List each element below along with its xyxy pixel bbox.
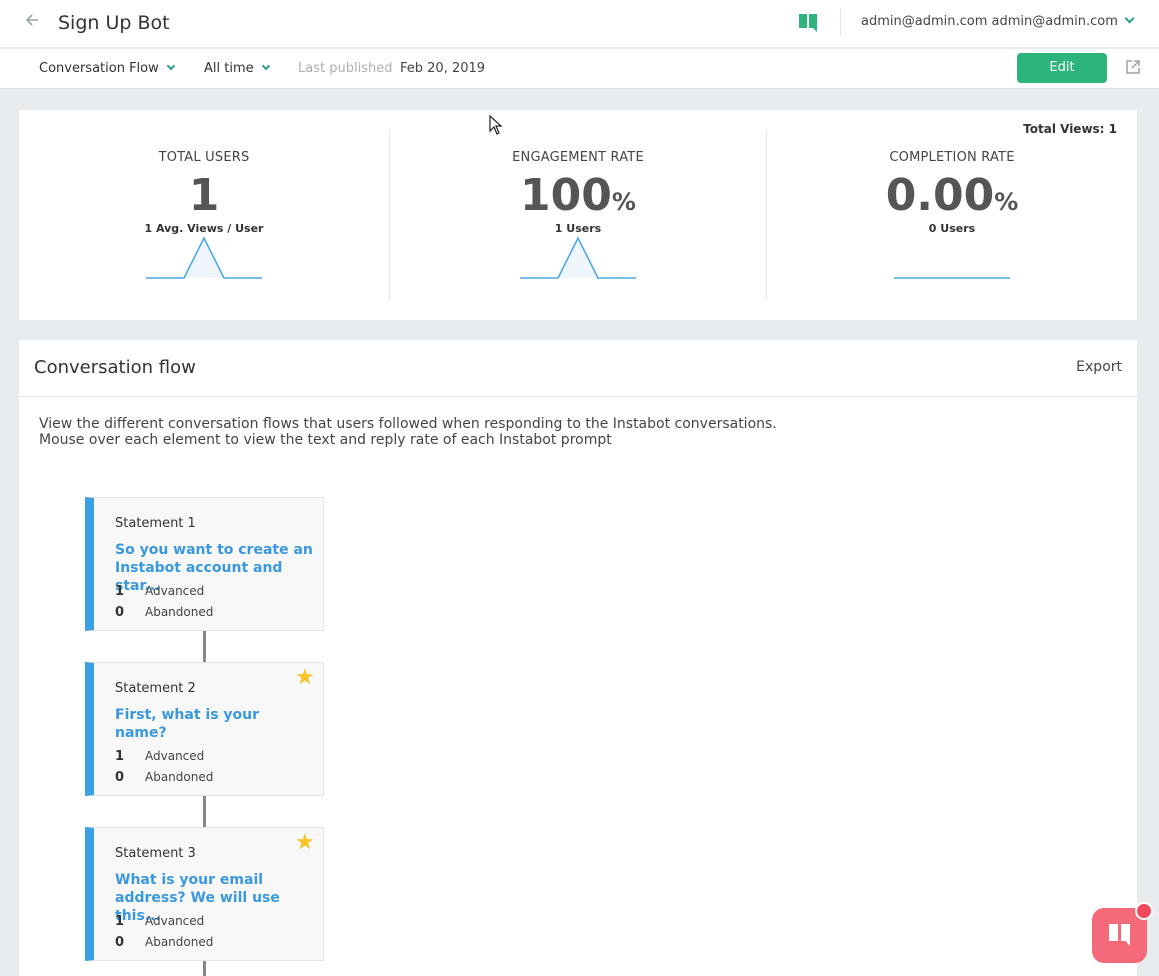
statement-title: Statement 1 bbox=[115, 516, 196, 531]
external-link-icon[interactable] bbox=[1125, 59, 1141, 75]
advanced-count: 1 Advanced bbox=[115, 914, 205, 929]
statement-card[interactable]: Statement 2 ★ First, what is your name? … bbox=[85, 662, 324, 796]
chevron-down-icon bbox=[1124, 13, 1135, 24]
chat-widget-button[interactable] bbox=[1092, 902, 1153, 963]
time-range-label: All time bbox=[204, 61, 254, 76]
toolbar: Conversation Flow All time Last publishe… bbox=[0, 49, 1159, 89]
star-icon: ★ bbox=[295, 665, 315, 690]
stat-label: ENGAGEMENT RATE bbox=[512, 150, 644, 165]
notification-dot bbox=[1135, 902, 1153, 920]
stat-label: TOTAL USERS bbox=[158, 150, 250, 165]
conversation-flow-panel: Conversation flow Export View the differ… bbox=[19, 340, 1137, 976]
panel-title: Conversation flow bbox=[34, 357, 196, 378]
export-button[interactable]: Export bbox=[1076, 359, 1122, 375]
stat-value: 100% bbox=[520, 170, 636, 221]
sparkline bbox=[146, 236, 262, 279]
description-line: Mouse over each element to view the text… bbox=[39, 432, 612, 448]
statement-title: Statement 3 bbox=[115, 846, 196, 861]
flow-description: View the different conversation flows th… bbox=[39, 416, 777, 448]
panel-header: Conversation flow Export bbox=[19, 340, 1137, 397]
abandoned-count: 0 Abandoned bbox=[115, 605, 214, 620]
top-bar: Sign Up Bot admin@admin.com admin@admin.… bbox=[0, 0, 1159, 48]
flow-connector bbox=[203, 796, 206, 827]
stat-label: COMPLETION RATE bbox=[889, 150, 1015, 165]
edit-button[interactable]: Edit bbox=[1017, 53, 1107, 83]
star-icon: ★ bbox=[295, 830, 315, 855]
last-published-label: Last published bbox=[298, 61, 393, 76]
engagement-rate-stat: ENGAGEMENT RATE 100% 1 Users bbox=[393, 130, 763, 300]
completion-rate-stat: COMPLETION RATE 0.00% 0 Users bbox=[767, 130, 1137, 300]
statement-card[interactable]: Statement 1 So you want to create an Ins… bbox=[85, 497, 324, 631]
statement-card[interactable]: Statement 3 ★ What is your email address… bbox=[85, 827, 324, 961]
view-select-label: Conversation Flow bbox=[39, 61, 159, 76]
abandoned-count: 0 Abandoned bbox=[115, 935, 214, 950]
sparkline bbox=[894, 277, 1010, 279]
advanced-count: 1 Advanced bbox=[115, 584, 205, 599]
chevron-down-icon bbox=[261, 61, 270, 71]
stat-value: 1 bbox=[188, 170, 220, 221]
instabot-logo-icon bbox=[799, 14, 819, 32]
advanced-count: 1 Advanced bbox=[115, 749, 205, 764]
stats-panel: Total Views: 1 TOTAL USERS 1 1 Avg. View… bbox=[19, 110, 1137, 320]
back-arrow-icon[interactable] bbox=[24, 12, 42, 34]
mouse-cursor-icon bbox=[489, 114, 503, 139]
sparkline bbox=[520, 236, 636, 279]
statement-question[interactable]: First, what is your name? bbox=[115, 706, 315, 742]
stat-value: 0.00% bbox=[885, 170, 1019, 221]
chevron-down-icon bbox=[166, 61, 176, 71]
flow-connector bbox=[203, 631, 206, 662]
total-users-stat: TOTAL USERS 1 1 Avg. Views / User bbox=[19, 130, 389, 300]
flow-connector bbox=[203, 961, 206, 976]
view-select[interactable]: Conversation Flow bbox=[39, 60, 176, 78]
statement-title: Statement 2 bbox=[115, 681, 196, 696]
stat-divider bbox=[389, 130, 390, 300]
time-range-select[interactable]: All time bbox=[204, 60, 270, 78]
user-menu[interactable]: admin@admin.com admin@admin.com bbox=[861, 13, 1135, 31]
user-menu-label: admin@admin.com admin@admin.com bbox=[861, 14, 1118, 29]
description-line: View the different conversation flows th… bbox=[39, 416, 777, 432]
header-divider bbox=[840, 8, 841, 36]
last-published-date: Feb 20, 2019 bbox=[400, 61, 486, 76]
page-title: Sign Up Bot bbox=[58, 12, 170, 34]
abandoned-count: 0 Abandoned bbox=[115, 770, 214, 785]
